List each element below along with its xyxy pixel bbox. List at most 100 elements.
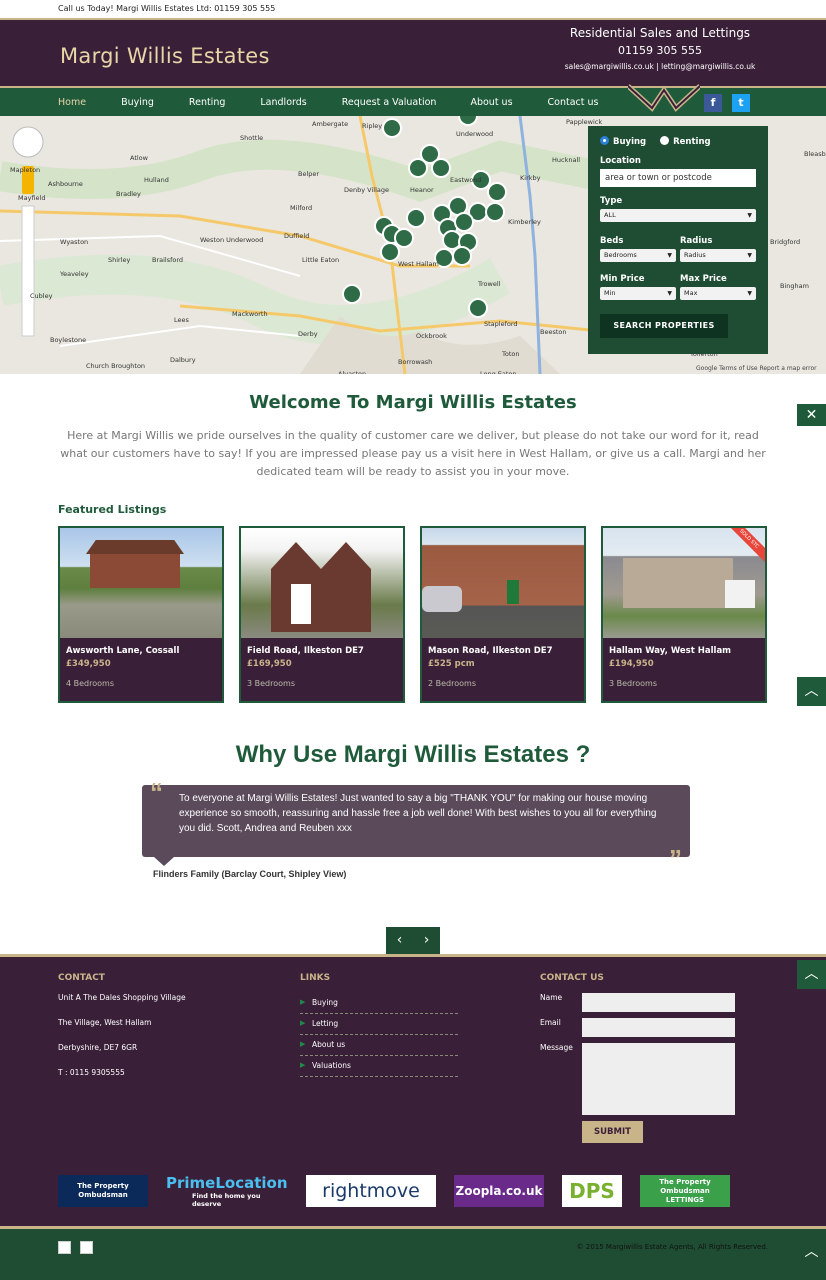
testimonial-quote: “ To everyone at Margi Willis Estates! J… [142, 779, 690, 872]
map-place-label: Lees [174, 316, 190, 324]
listing-card[interactable]: Awsworth Lane, Cossall £349,950 4 Bedroo… [58, 526, 224, 703]
scroll-up-icon[interactable]: ︿ [797, 960, 826, 989]
listing-title[interactable]: Mason Road, Ilkeston DE7 [422, 638, 584, 656]
type-label: Type [600, 196, 623, 206]
listing-title[interactable]: Field Road, Ilkeston DE7 [241, 638, 403, 656]
image-icon[interactable] [80, 1241, 93, 1254]
site-logo[interactable]: Margi Willis Estates [60, 44, 270, 68]
name-field[interactable] [582, 993, 735, 1012]
location-input[interactable]: area or town or postcode [600, 169, 756, 187]
nav-contact-us[interactable]: Contact us [548, 97, 599, 108]
footer-contact-form: CONTACT US Name Email Message SUBMIT [540, 973, 735, 1143]
listing-price: £194,950 [609, 659, 654, 669]
partner-logos: The Property Ombudsman PrimeLocation Fin… [58, 1174, 730, 1208]
listing-photo[interactable] [422, 528, 584, 638]
beds-label: Beds [600, 236, 624, 246]
footer-contact: CONTACT Unit A The Dales Shopping Villag… [58, 973, 186, 1093]
message-field[interactable] [582, 1043, 735, 1115]
map-place-label: Yeaveley [59, 270, 89, 278]
location-label: Location [600, 156, 641, 166]
nav-buying[interactable]: Buying [121, 97, 154, 108]
zoopla-logo[interactable]: Zoopla.co.uk [454, 1175, 544, 1207]
map-place-label: Alvaston [338, 370, 366, 374]
property-map[interactable]: Google Terms of Use Report a map error A… [0, 116, 826, 374]
footer-link-valuations[interactable]: Valuations [300, 1056, 458, 1077]
property-ombudsman-lettings-logo[interactable]: The Property Ombudsman LETTINGS [640, 1175, 730, 1207]
map-place-label: Shirley [108, 256, 131, 264]
map-place-label: Hucknall [552, 156, 580, 164]
search-properties-button[interactable]: SEARCH PROPERTIES [600, 314, 728, 338]
image-icon[interactable] [58, 1241, 71, 1254]
chevron-right-icon[interactable]: › [413, 927, 440, 954]
nav-chevron-decoration [628, 84, 700, 112]
listing-card[interactable]: Field Road, Ilkeston DE7 £169,950 3 Bedr… [239, 526, 405, 703]
chevron-left-icon[interactable]: ‹ [386, 927, 413, 954]
nav-about-us[interactable]: About us [470, 97, 512, 108]
contact-form-heading: CONTACT US [540, 973, 604, 983]
map-place-label: Kimberley [508, 218, 541, 226]
listing-title[interactable]: Hallam Way, West Hallam [603, 638, 765, 656]
map-place-label: Weston Underwood [200, 236, 263, 244]
footer-link-buying[interactable]: Buying [300, 993, 458, 1014]
listing-title[interactable]: Awsworth Lane, Cossall [60, 638, 222, 656]
listing-card[interactable]: SOLD STC Hallam Way, West Hallam £194,95… [601, 526, 767, 703]
map-place-label: Mapleton [10, 166, 40, 174]
header-emails[interactable]: sales@margiwillis.co.uk | letting@margiw… [560, 62, 760, 71]
listing-photo[interactable] [60, 528, 222, 638]
listing-photo[interactable]: SOLD STC [603, 528, 765, 638]
min-price-label: Min Price [600, 274, 645, 284]
listing-beds: 2 Bedrooms [428, 679, 476, 688]
nav-landlords[interactable]: Landlords [260, 97, 306, 108]
testimonial-nav: ‹ › [386, 927, 826, 954]
email-field[interactable] [582, 1018, 735, 1037]
map-place-label: Toton [501, 350, 520, 358]
bottom-bar: © 2015 Margiwillis Estate Agents, All Ri… [0, 1226, 826, 1280]
header-tagline: Residential Sales and Lettings [569, 26, 751, 40]
map-place-label: Dalbury [170, 356, 196, 364]
facebook-icon[interactable]: f [704, 94, 722, 112]
nav-renting[interactable]: Renting [189, 97, 225, 108]
max-price-label: Max Price [680, 274, 727, 284]
property-ombudsman-logo[interactable]: The Property Ombudsman [58, 1175, 148, 1207]
map-place-label: Mackworth [232, 310, 268, 318]
map-place-label: Borrowash [398, 358, 432, 366]
listing-card[interactable]: Mason Road, Ilkeston DE7 £525 pcm 2 Bedr… [420, 526, 586, 703]
primelocation-logo[interactable]: PrimeLocation Find the home you deserve [166, 1174, 288, 1208]
radius-label: Radius [680, 236, 713, 246]
map-place-label: Derby [298, 330, 318, 338]
footer-links-heading: LINKS [300, 973, 331, 983]
footer-link-about[interactable]: About us [300, 1035, 458, 1056]
map-place-label: Atlow [130, 154, 149, 162]
scroll-up-icon[interactable]: ︿ [797, 677, 826, 706]
site-header: Margi Willis Estates Residential Sales a… [0, 18, 826, 86]
nav-home[interactable]: Home [58, 97, 86, 108]
min-price-select[interactable]: Min [600, 287, 676, 300]
submit-button[interactable]: SUBMIT [582, 1121, 643, 1143]
map-place-label: Papplewick [566, 118, 602, 126]
map-place-label: Church Broughton [86, 362, 145, 370]
listing-photo[interactable] [241, 528, 403, 638]
buying-radio[interactable]: Buying [600, 136, 646, 147]
type-select[interactable]: ALL [600, 209, 756, 222]
scroll-up-icon[interactable]: ︿ [797, 1238, 826, 1267]
footer-links: LINKS Buying Letting About us Valuations [300, 973, 458, 1077]
map-place-label: Bingham [780, 282, 809, 290]
map-place-label: Bradley [116, 190, 141, 198]
map-place-label: Cubley [30, 292, 53, 300]
header-contact-info: Residential Sales and Lettings 01159 305… [560, 26, 760, 71]
close-icon[interactable]: ✕ [797, 404, 826, 426]
rightmove-logo[interactable]: rightmove [306, 1175, 436, 1207]
map-place-label: Underwood [456, 130, 493, 138]
beds-select[interactable]: Bedrooms [600, 249, 676, 262]
footer-link-letting[interactable]: Letting [300, 1014, 458, 1035]
dps-logo[interactable]: DPS [562, 1175, 622, 1207]
map-place-label: Bridgford [770, 238, 800, 246]
map-place-label: Milford [290, 204, 312, 212]
renting-radio[interactable]: Renting [660, 136, 711, 147]
footer-phone: T : 0115 9305555 [58, 1068, 125, 1077]
listing-beds: 3 Bedrooms [609, 679, 657, 688]
nav-request-valuation[interactable]: Request a Valuation [342, 97, 437, 108]
twitter-icon[interactable]: t [732, 94, 750, 112]
radius-select[interactable]: Radius [680, 249, 756, 262]
max-price-select[interactable]: Max [680, 287, 756, 300]
